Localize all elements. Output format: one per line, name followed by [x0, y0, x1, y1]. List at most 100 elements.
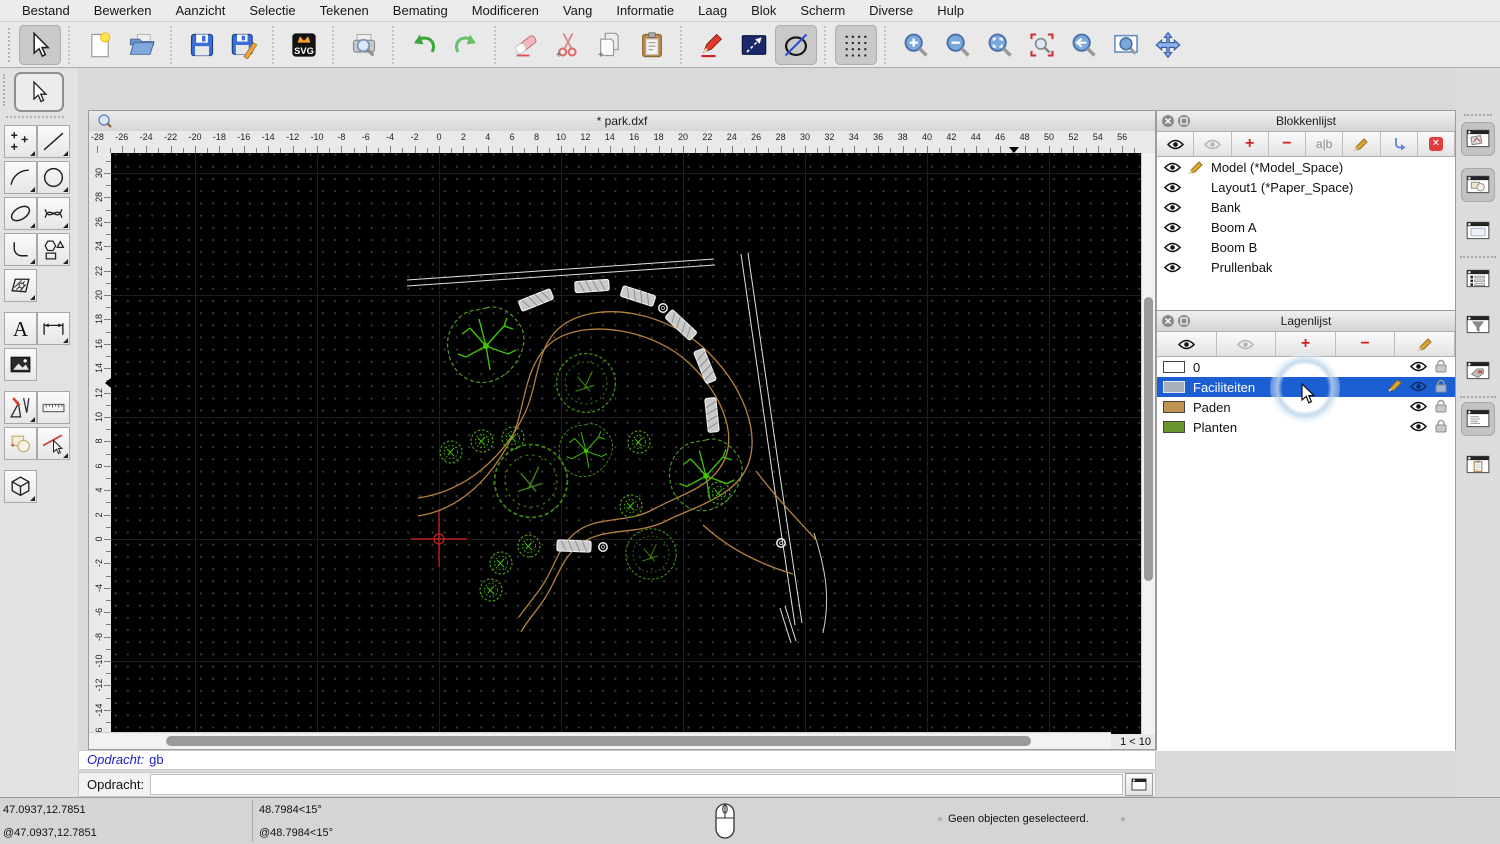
pan-button[interactable] — [1147, 25, 1189, 65]
drawing-canvas[interactable] — [111, 153, 1144, 734]
horizontal-scrollbar[interactable] — [89, 732, 1111, 749]
print-preview-button[interactable] — [343, 25, 385, 65]
freehand-draw-button[interactable] — [691, 25, 733, 65]
dimension-tool-button[interactable] — [37, 312, 70, 345]
menu-item-bestand[interactable]: Bestand — [10, 3, 82, 18]
layer-color-swatch[interactable] — [1163, 421, 1185, 433]
trim-tool-button[interactable] — [37, 427, 70, 460]
spline-tool-button[interactable] — [37, 197, 70, 230]
toggle-selection-filter-button[interactable] — [1461, 308, 1495, 342]
insert-block-button[interactable] — [1380, 132, 1418, 156]
menu-item-scherm[interactable]: Scherm — [788, 3, 857, 18]
close-icon[interactable] — [1162, 315, 1174, 327]
lock-icon[interactable] — [1435, 419, 1447, 436]
copy-button[interactable] — [589, 25, 631, 65]
arc-tool-button[interactable] — [4, 161, 37, 194]
eye-icon[interactable] — [1409, 360, 1428, 375]
show-layer-button[interactable] — [1157, 332, 1217, 356]
paste-button[interactable] — [631, 25, 673, 65]
trash-bins[interactable] — [598, 303, 786, 552]
layer-color-swatch[interactable] — [1163, 401, 1185, 413]
block-row[interactable]: Boom A — [1157, 217, 1455, 237]
toggle-library-browser-button[interactable] — [1461, 122, 1495, 156]
toggle-clipboard-button[interactable] — [1461, 448, 1495, 482]
toggle-layer-list-button[interactable] — [1461, 262, 1495, 296]
lock-icon[interactable] — [1435, 359, 1447, 376]
block-row[interactable]: Layout1 (*Paper_Space) — [1157, 177, 1455, 197]
horizontal-scroll-thumb[interactable] — [166, 736, 1031, 746]
measure-tool-button[interactable] — [37, 391, 70, 424]
menu-item-selectie[interactable]: Selectie — [237, 3, 307, 18]
delete-block-button[interactable]: ✕ — [1417, 132, 1455, 156]
svg-export-button[interactable]: SVG — [283, 25, 325, 65]
menu-item-vang[interactable]: Vang — [551, 3, 604, 18]
vertical-scroll-thumb[interactable] — [1144, 297, 1153, 581]
layer-row-0[interactable]: 0 — [1157, 357, 1455, 377]
eye-icon[interactable] — [1163, 202, 1181, 213]
lock-icon[interactable] — [1435, 379, 1447, 396]
save-as-button[interactable] — [223, 25, 265, 65]
layer-row-planten[interactable]: Planten — [1157, 417, 1455, 437]
menu-item-blok[interactable]: Blok — [739, 3, 788, 18]
open-document-button[interactable] — [121, 25, 163, 65]
dock-icon[interactable] — [1178, 315, 1190, 327]
rename-block-button[interactable]: a|b — [1306, 132, 1344, 156]
toggle-command-line-button[interactable] — [1461, 402, 1495, 436]
park-paths[interactable] — [417, 311, 818, 633]
edit-layer-button[interactable] — [1395, 332, 1455, 356]
eye-icon[interactable] — [1163, 262, 1181, 273]
redo-button[interactable] — [445, 25, 487, 65]
text-tool-button[interactable]: A — [4, 312, 37, 345]
polyline-tool-button[interactable] — [4, 233, 37, 266]
command-window-toggle-button[interactable] — [1125, 773, 1153, 796]
ellipse-tool-button[interactable] — [4, 197, 37, 230]
cut-button[interactable] — [547, 25, 589, 65]
viewport-3d-tool-button[interactable] — [4, 470, 37, 503]
menu-item-hulp[interactable]: Hulp — [925, 3, 976, 18]
eye-icon[interactable] — [1409, 400, 1428, 415]
selection-rectangle-button[interactable] — [733, 25, 775, 65]
circle-tool-button[interactable] — [37, 161, 70, 194]
eraser-button[interactable] — [505, 25, 547, 65]
command-input[interactable] — [150, 774, 1123, 795]
eye-icon[interactable] — [1163, 182, 1181, 193]
hide-layer-button[interactable] — [1216, 332, 1277, 356]
block-row[interactable]: Boom B — [1157, 237, 1455, 257]
hatch-tool-button[interactable] — [4, 269, 37, 302]
block-tool-button[interactable] — [4, 427, 37, 460]
layer-row-paden[interactable]: Paden — [1157, 397, 1455, 417]
trees[interactable] — [446, 306, 743, 580]
image-tool-button[interactable] — [4, 348, 37, 381]
dock-icon[interactable] — [1178, 115, 1190, 127]
zoom-selection-button[interactable] — [1021, 25, 1063, 65]
save-button[interactable] — [181, 25, 223, 65]
layer-row-faciliteiten[interactable]: Faciliteiten — [1157, 377, 1455, 397]
menu-item-aanzicht[interactable]: Aanzicht — [164, 3, 238, 18]
zoom-out-button[interactable] — [937, 25, 979, 65]
toggle-property-editor-button[interactable] — [1461, 214, 1495, 248]
line-tool-button[interactable] — [37, 125, 70, 158]
select-tool-button[interactable] — [14, 72, 64, 112]
menu-item-laag[interactable]: Laag — [686, 3, 739, 18]
bushes[interactable] — [439, 426, 731, 602]
hide-block-button[interactable] — [1194, 132, 1232, 156]
lock-icon[interactable] — [1435, 399, 1447, 416]
modify-tool-button[interactable] — [4, 391, 37, 424]
toolbar-grip[interactable] — [8, 27, 15, 62]
remove-layer-button[interactable]: − — [1335, 332, 1396, 356]
block-row[interactable]: Model (*Model_Space) — [1157, 157, 1455, 177]
eye-icon[interactable] — [1163, 242, 1181, 253]
point-tool-button[interactable] — [4, 125, 37, 158]
auto-zoom-button[interactable] — [979, 25, 1021, 65]
add-layer-button[interactable]: + — [1276, 332, 1336, 356]
layer-color-swatch[interactable] — [1163, 381, 1185, 393]
block-row[interactable]: Prullenbak — [1157, 257, 1455, 277]
edit-block-button[interactable] — [1343, 132, 1381, 156]
menu-item-bewerken[interactable]: Bewerken — [82, 3, 164, 18]
menu-item-modificeren[interactable]: Modificeren — [460, 3, 551, 18]
menu-item-diverse[interactable]: Diverse — [857, 3, 925, 18]
toggle-block-list-button[interactable] — [1461, 168, 1495, 202]
show-block-button[interactable] — [1157, 132, 1195, 156]
menu-item-informatie[interactable]: Informatie — [604, 3, 686, 18]
grid-toggle-button[interactable] — [835, 24, 877, 65]
